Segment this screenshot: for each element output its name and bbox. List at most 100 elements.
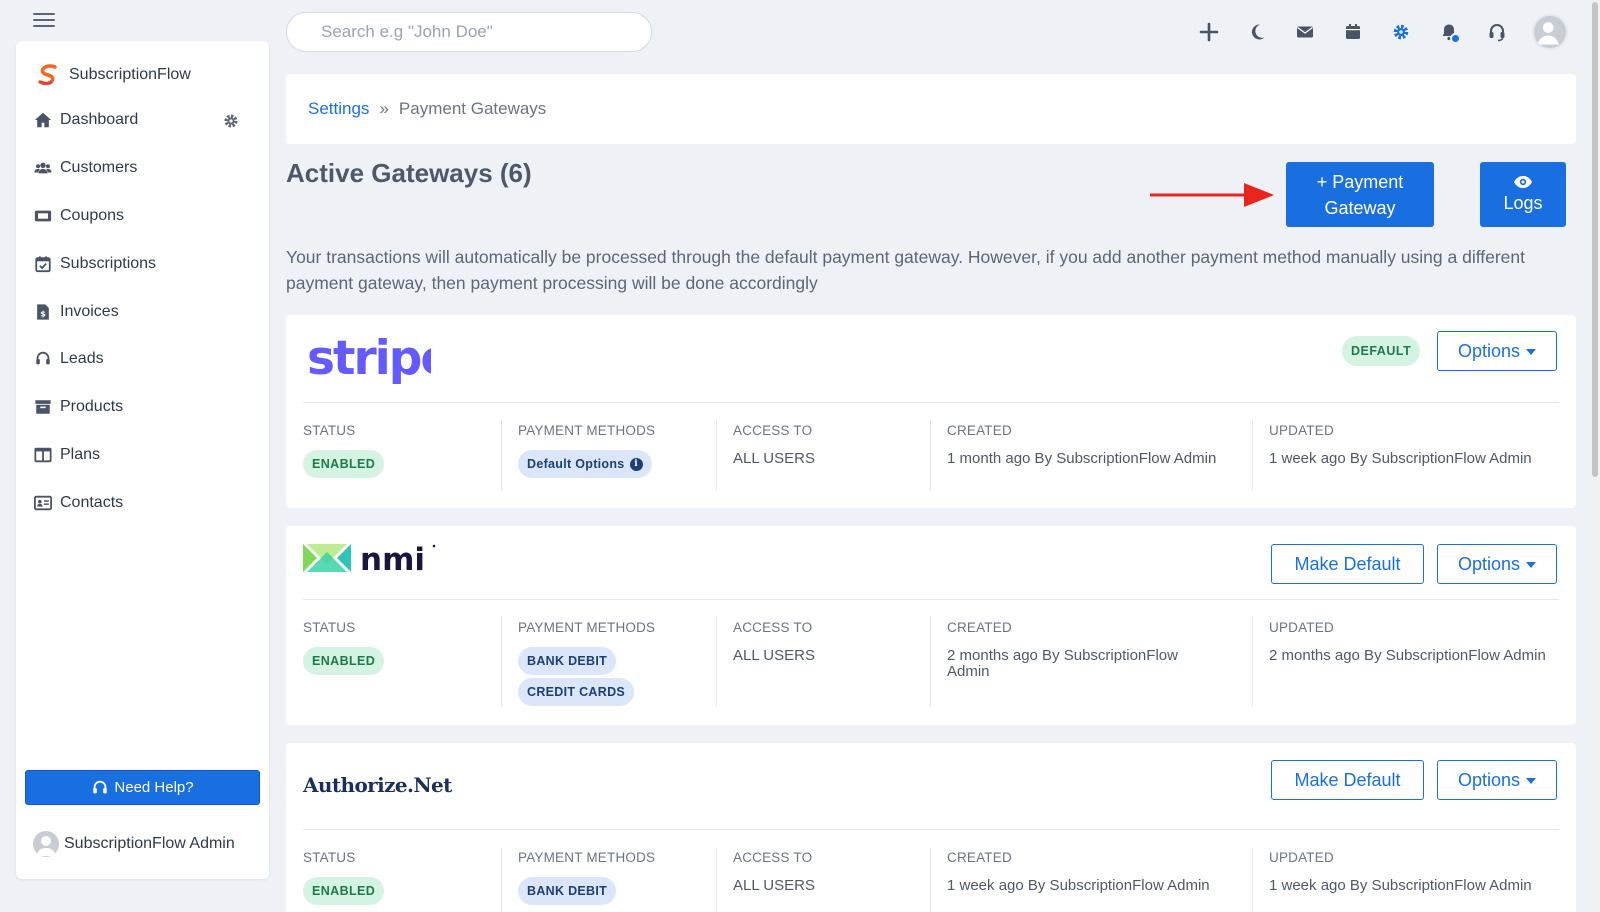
logs-label: Logs: [1503, 192, 1543, 213]
updated-value: 2 months ago By SubscriptionFlow Admin: [1269, 647, 1546, 664]
home-icon: [34, 112, 52, 128]
sidebar-item-coupons[interactable]: Coupons: [34, 199, 254, 233]
sidebar-item-plans[interactable]: Plans: [34, 438, 254, 472]
red-arrow-annotation-icon: [1150, 183, 1274, 207]
payment-method-label: Default Options: [527, 457, 625, 471]
created-label: CREATED: [947, 423, 1012, 438]
created-label: CREATED: [947, 850, 1012, 865]
bell-icon[interactable]: [1436, 19, 1462, 45]
payment-methods-label: PAYMENT METHODS: [518, 850, 656, 865]
sidebar-item-leads[interactable]: Leads: [34, 342, 254, 376]
nmi-logo: nmi: [303, 542, 436, 578]
plus-icon[interactable]: [1196, 19, 1222, 45]
moon-icon[interactable]: [1244, 19, 1270, 45]
need-help-label: Need Help?: [114, 779, 194, 796]
options-label: Options: [1457, 340, 1521, 361]
page-scrollbar[interactable]: [1590, 0, 1600, 912]
options-button[interactable]: Options: [1437, 544, 1557, 584]
sidebar-item-customers[interactable]: Customers: [34, 151, 254, 185]
subscriptionflow-logo-icon: [38, 64, 57, 86]
archive-icon: [35, 400, 51, 414]
svg-text:$: $: [40, 309, 46, 319]
access-to-label: ACCESS TO: [733, 423, 813, 438]
users-icon: [34, 162, 52, 174]
sidebar-item-dashboard[interactable]: Dashboard: [34, 103, 254, 137]
gateway-card-stripe: stripe DEFAULT Options STATUS ENABLED PA…: [286, 315, 1576, 508]
sidebar-item-label: Invoices: [60, 303, 119, 320]
make-default-button[interactable]: Make Default: [1271, 760, 1424, 800]
sidebar-item-invoices[interactable]: $ Invoices: [34, 295, 254, 329]
payment-method-badge: BANK DEBIT: [518, 647, 617, 675]
caret-down-icon: [1526, 349, 1537, 355]
calendar-icon[interactable]: [1340, 19, 1366, 45]
access-to-value: ALL USERS: [733, 647, 815, 664]
gear-icon[interactable]: [1388, 19, 1414, 45]
status-badge: ENABLED: [303, 877, 385, 905]
dashboard-settings-gear-icon[interactable]: [222, 112, 240, 130]
brand[interactable]: SubscriptionFlow: [35, 62, 191, 88]
payment-methods-label: PAYMENT METHODS: [518, 423, 656, 438]
ticket-icon: [34, 210, 52, 222]
make-default-button[interactable]: Make Default: [1271, 544, 1424, 584]
info-icon[interactable]: i: [629, 457, 643, 471]
sidebar-item-label: Customers: [60, 159, 138, 176]
headset-icon: [93, 780, 108, 793]
status-label: STATUS: [303, 620, 356, 635]
authorize-net-logo: Authorize.Net: [303, 773, 452, 797]
breadcrumb-current: Payment Gateways: [398, 99, 547, 118]
add-gateway-label-line2: Gateway: [1324, 197, 1396, 218]
sidebar-item-contacts[interactable]: Contacts: [34, 486, 254, 520]
options-label: Options: [1457, 769, 1521, 790]
sidebar: SubscriptionFlow Dashboard Customers Cou…: [16, 41, 269, 879]
stripe-logo: stripe: [307, 331, 431, 386]
updated-value: 1 week ago By SubscriptionFlow Admin: [1269, 877, 1532, 894]
caret-down-icon: [1526, 778, 1537, 784]
access-to-label: ACCESS TO: [733, 620, 813, 635]
access-to-label: ACCESS TO: [733, 850, 813, 865]
breadcrumb: Settings » Payment Gateways: [286, 74, 1576, 144]
menu-toggle-icon[interactable]: [33, 13, 55, 29]
sidebar-item-label: Subscriptions: [60, 255, 157, 272]
options-button[interactable]: Options: [1437, 331, 1557, 371]
created-value: 2 months ago By SubscriptionFlow Admin: [947, 647, 1178, 680]
columns-icon: [34, 447, 52, 463]
need-help-button[interactable]: Need Help?: [25, 770, 260, 805]
logs-button[interactable]: Logs: [1480, 162, 1566, 227]
gateway-card-authorize-net: Authorize.Net Make Default Options STATU…: [286, 743, 1576, 912]
breadcrumb-settings-link[interactable]: Settings: [308, 99, 369, 119]
calendar-check-icon: [35, 256, 51, 273]
add-payment-gateway-button[interactable]: + Payment Gateway: [1286, 162, 1434, 227]
sidebar-item-label: Coupons: [60, 207, 125, 224]
gateway-name: stripe: [307, 331, 431, 386]
sidebar-item-label: Leads: [60, 350, 104, 367]
gateway-name: nmi: [360, 542, 425, 578]
headset-icon: [36, 351, 50, 365]
default-badge: DEFAULT: [1342, 336, 1421, 366]
created-value: 1 month ago By SubscriptionFlow Admin: [947, 450, 1217, 467]
brand-name: SubscriptionFlow: [69, 66, 191, 83]
user-avatar: [33, 831, 59, 857]
options-button[interactable]: Options: [1437, 760, 1557, 800]
status-label: STATUS: [303, 423, 356, 438]
updated-label: UPDATED: [1269, 620, 1334, 635]
scrollbar-thumb[interactable]: [1592, 2, 1598, 477]
payment-method-badge[interactable]: Default Options i: [518, 450, 652, 478]
updated-value: 1 week ago By SubscriptionFlow Admin: [1269, 450, 1532, 467]
top-toolbar: [1174, 12, 1568, 52]
add-gateway-label-line1: + Payment: [1316, 171, 1404, 192]
headset-icon[interactable]: [1484, 19, 1510, 45]
notification-dot: [1450, 33, 1461, 44]
created-label: CREATED: [947, 620, 1012, 635]
avatar[interactable]: [1532, 14, 1568, 50]
mail-icon[interactable]: [1292, 19, 1318, 45]
search-input[interactable]: [286, 12, 652, 52]
current-user[interactable]: SubscriptionFlow Admin: [33, 831, 235, 857]
page-description: Your transactions will automatically be …: [286, 247, 1526, 293]
payment-method-badge: CREDIT CARDS: [518, 678, 635, 706]
access-to-value: ALL USERS: [733, 450, 815, 467]
updated-label: UPDATED: [1269, 850, 1334, 865]
eye-icon: [1514, 175, 1532, 188]
sidebar-item-subscriptions[interactable]: Subscriptions: [34, 247, 254, 281]
sidebar-item-label: Plans: [60, 446, 101, 463]
sidebar-item-products[interactable]: Products: [34, 390, 254, 424]
